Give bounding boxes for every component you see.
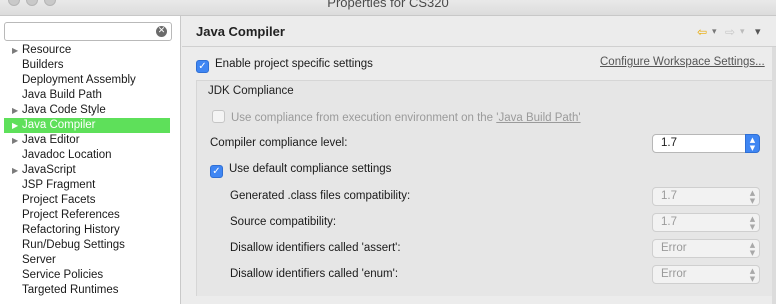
main-panel: Java Compiler ⇦ ▾ ⇨ ▾ ▾ ✓ Enable project …	[182, 16, 776, 304]
compliance-level-select[interactable]: 1.7 ▲ ▼	[652, 134, 760, 153]
search-input[interactable]: ✕	[4, 22, 172, 41]
select-stepper-icon: ▲ ▼	[745, 134, 760, 153]
setting-select[interactable]: 1.7 ▲ ▼	[652, 213, 760, 232]
checkbox-checked-icon: ✓	[210, 165, 223, 178]
setting-value: 1.7	[661, 190, 677, 202]
sidebar-item[interactable]: Deployment Assembly	[0, 73, 180, 88]
forward-icon[interactable]: ⇨	[725, 25, 735, 39]
select-stepper-icon: ▲ ▼	[749, 215, 756, 231]
sidebar: ✕ ▶ Resource Builders Deployment Assembly Ja…	[0, 16, 181, 304]
sidebar-item-label: Project References	[22, 209, 120, 221]
setting-value: Error	[661, 268, 687, 280]
sidebar-item[interactable]: Java Build Path	[0, 88, 180, 103]
enable-project-specific-label: Enable project specific settings	[215, 58, 373, 70]
java-build-path-link[interactable]: 'Java Build Path'	[496, 112, 580, 124]
compliance-level-label: Compiler compliance level:	[210, 137, 348, 149]
sidebar-item-label: Run/Debug Settings	[22, 239, 125, 251]
sidebar-item-label: Resource	[22, 44, 72, 56]
sidebar-item-label: Project Facets	[22, 194, 96, 206]
clear-search-icon[interactable]: ✕	[156, 26, 167, 37]
expand-arrow-icon[interactable]: ▶	[12, 103, 18, 118]
setting-select[interactable]: 1.7 ▲ ▼	[652, 187, 760, 206]
setting-label: Disallow identifiers called 'assert':	[230, 242, 401, 254]
back-icon[interactable]: ⇦	[697, 25, 707, 39]
configure-workspace-link[interactable]: Configure Workspace Settings...	[600, 56, 765, 68]
category-tree: ▶ Resource Builders Deployment Assembly Java…	[0, 43, 180, 298]
sidebar-item-label: Javadoc Location	[22, 149, 112, 161]
use-default-compliance-label: Use default compliance settings	[229, 163, 392, 175]
enable-project-specific-checkbox[interactable]: ✓ Enable project specific settings	[196, 56, 373, 73]
window-titlebar: Properties for CS320	[0, 0, 776, 16]
setting-label: Source compatibility:	[230, 216, 337, 228]
page-header: Java Compiler ⇦ ▾ ⇨ ▾ ▾	[182, 16, 776, 47]
select-stepper-icon: ▲ ▼	[749, 189, 756, 205]
sidebar-item[interactable]: Project Facets	[0, 193, 180, 208]
sidebar-item[interactable]: ▶ Java Editor	[0, 133, 180, 148]
sidebar-item[interactable]: ▶ Java Compiler	[4, 118, 170, 133]
setting-value: Error	[661, 242, 687, 254]
sidebar-item-label: Java Code Style	[22, 104, 106, 116]
checkbox-unchecked-icon	[212, 110, 225, 123]
scrollbar[interactable]	[772, 47, 776, 304]
sidebar-item[interactable]: Javadoc Location	[0, 148, 180, 163]
sidebar-item[interactable]: JSP Fragment	[0, 178, 180, 193]
sidebar-item[interactable]: ▶ Java Code Style	[0, 103, 180, 118]
sidebar-item-label: Builders	[22, 59, 64, 71]
group-title: JDK Compliance	[208, 85, 294, 97]
sidebar-item-label: JSP Fragment	[22, 179, 96, 191]
sidebar-item-label: Java Build Path	[22, 89, 102, 101]
select-stepper-icon: ▲ ▼	[749, 267, 756, 283]
sidebar-item-label: Targeted Runtimes	[22, 284, 119, 296]
back-dropdown-icon[interactable]: ▾	[712, 25, 717, 39]
sidebar-item-label: Deployment Assembly	[22, 74, 136, 86]
window-title: Properties for CS320	[327, 0, 449, 10]
setting-select[interactable]: Error ▲ ▼	[652, 239, 760, 258]
expand-arrow-icon[interactable]: ▶	[12, 43, 18, 58]
sidebar-item-label: JavaScript	[22, 164, 76, 176]
page-title: Java Compiler	[196, 24, 285, 39]
setting-select[interactable]: Error ▲ ▼	[652, 265, 760, 284]
use-default-compliance-checkbox[interactable]: ✓ Use default compliance settings	[210, 161, 392, 178]
sidebar-item[interactable]: Project References	[0, 208, 180, 223]
sidebar-item[interactable]: Refactoring History	[0, 223, 180, 238]
expand-arrow-icon[interactable]: ▶	[12, 118, 18, 133]
setting-label: Generated .class files compatibility:	[230, 190, 411, 202]
sidebar-item[interactable]: ▶ JavaScript	[0, 163, 180, 178]
checkbox-checked-icon: ✓	[196, 60, 209, 73]
sidebar-item[interactable]: Builders	[0, 58, 180, 73]
sidebar-item-label: Java Compiler	[22, 119, 96, 131]
sidebar-item[interactable]: Targeted Runtimes	[0, 283, 180, 298]
sidebar-item-label: Server	[22, 254, 56, 266]
use-compliance-env-checkbox[interactable]: Use compliance from execution environmen…	[212, 110, 581, 126]
sidebar-item-label: Refactoring History	[22, 224, 120, 236]
expand-arrow-icon[interactable]: ▶	[12, 163, 18, 178]
sidebar-item-label: Service Policies	[22, 269, 104, 281]
sidebar-item[interactable]: ▶ Resource	[0, 43, 180, 58]
setting-value: 1.7	[661, 216, 677, 228]
sidebar-item[interactable]: Service Policies	[0, 268, 180, 283]
compliance-level-value: 1.7	[661, 137, 677, 149]
use-compliance-env-label: Use compliance from execution environmen…	[231, 112, 497, 124]
expand-arrow-icon[interactable]: ▶	[12, 133, 18, 148]
view-menu-icon[interactable]: ▾	[755, 25, 761, 39]
sidebar-item-label: Java Editor	[22, 134, 80, 146]
forward-dropdown-icon[interactable]: ▾	[740, 25, 745, 39]
select-stepper-icon: ▲ ▼	[749, 241, 756, 257]
sidebar-item[interactable]: Run/Debug Settings	[0, 238, 180, 253]
setting-label: Disallow identifiers called 'enum':	[230, 268, 399, 280]
sidebar-item[interactable]: Server	[0, 253, 180, 268]
